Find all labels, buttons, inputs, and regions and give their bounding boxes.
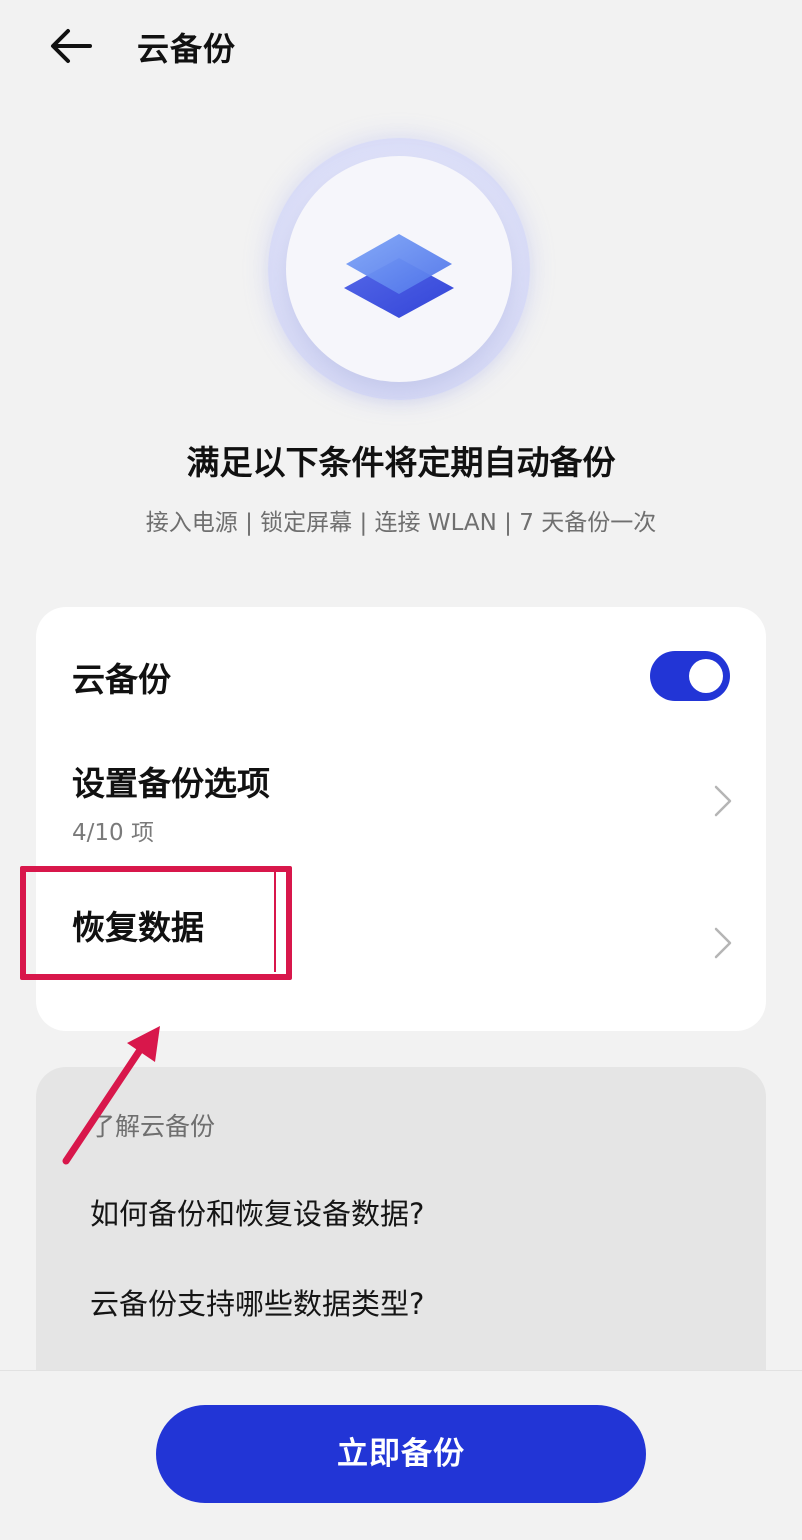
cloud-backup-illustration (268, 138, 530, 400)
learn-cloud-backup-card: 了解云备份 如何备份和恢复设备数据? 云备份支持哪些数据类型? (36, 1067, 766, 1407)
faq-link-backup-restore[interactable]: 如何备份和恢复设备数据? (90, 1191, 424, 1233)
toggle-knob (689, 659, 723, 693)
back-button[interactable] (44, 22, 100, 70)
chevron-right-icon (708, 781, 736, 821)
page-title: 云备份 (137, 30, 237, 68)
auto-backup-condition-title: 满足以下条件将定期自动备份 (186, 443, 616, 482)
illustration-disc (286, 156, 512, 382)
auto-backup-condition-list: 接入电源 | 锁定屏幕 | 连接 WLAN | 7 天备份一次 (145, 510, 657, 536)
annotation-highlight-edge (274, 872, 276, 972)
layers-icon (344, 234, 454, 318)
backup-options-count: 4/10 项 (72, 820, 154, 846)
cloud-backup-toggle[interactable] (650, 651, 730, 701)
header: 云备份 (0, 0, 802, 92)
backup-now-button[interactable]: 立即备份 (156, 1405, 646, 1503)
learn-section-title: 了解云备份 (90, 1112, 216, 1141)
annotation-highlight-box (20, 866, 292, 980)
cloud-backup-label: 云备份 (72, 660, 171, 699)
backup-options-label: 设置备份选项 (72, 764, 270, 803)
arrow-left-icon (51, 29, 92, 63)
chevron-right-icon (708, 923, 736, 963)
faq-link-data-types[interactable]: 云备份支持哪些数据类型? (90, 1281, 424, 1323)
footer-bar: 立即备份 (0, 1370, 802, 1540)
